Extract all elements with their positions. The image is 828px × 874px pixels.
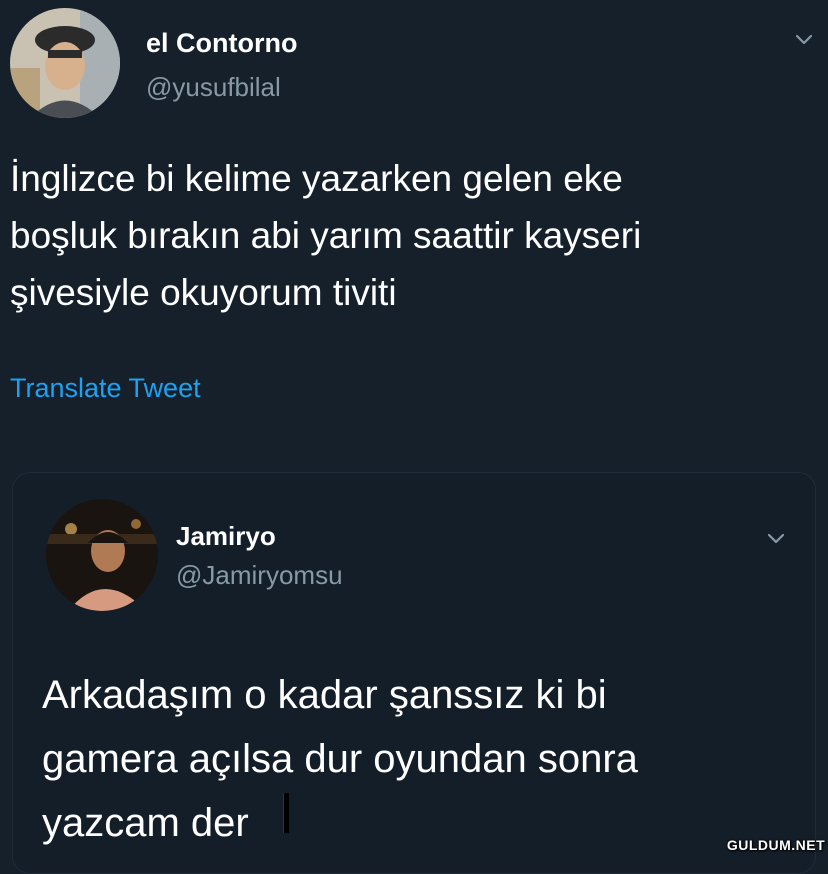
main-tweet: el Contorno @yusufbilal İnglizce bi keli…	[0, 0, 828, 470]
avatar[interactable]	[46, 499, 158, 611]
display-name[interactable]: el Contorno	[146, 28, 297, 59]
text-cursor-mark	[283, 793, 289, 833]
user-avatar-icon	[10, 8, 120, 118]
user-handle[interactable]: @yusufbilal	[146, 72, 281, 103]
translate-tweet-link[interactable]: Translate Tweet	[10, 373, 201, 404]
quoted-tweet-text: Arkadaşım o kadar şanssız ki bi gamera a…	[42, 673, 638, 845]
tweet-text: İnglizce bi kelime yazarken gelen eke bo…	[10, 158, 642, 313]
tweet-menu-button[interactable]	[761, 529, 791, 549]
chevron-down-icon	[767, 533, 785, 544]
tweet-menu-button[interactable]	[789, 30, 819, 50]
display-name[interactable]: Jamiryo	[176, 521, 276, 552]
avatar[interactable]	[10, 8, 120, 118]
user-avatar-icon	[46, 499, 158, 611]
user-handle[interactable]: @Jamiryomsu	[176, 560, 343, 591]
quoted-tweet-card[interactable]: Jamiryo @Jamiryomsu Arkadaşım o kadar şa…	[12, 472, 816, 874]
chevron-down-icon	[795, 34, 813, 45]
site-watermark: GULDUM.NET	[726, 837, 826, 853]
